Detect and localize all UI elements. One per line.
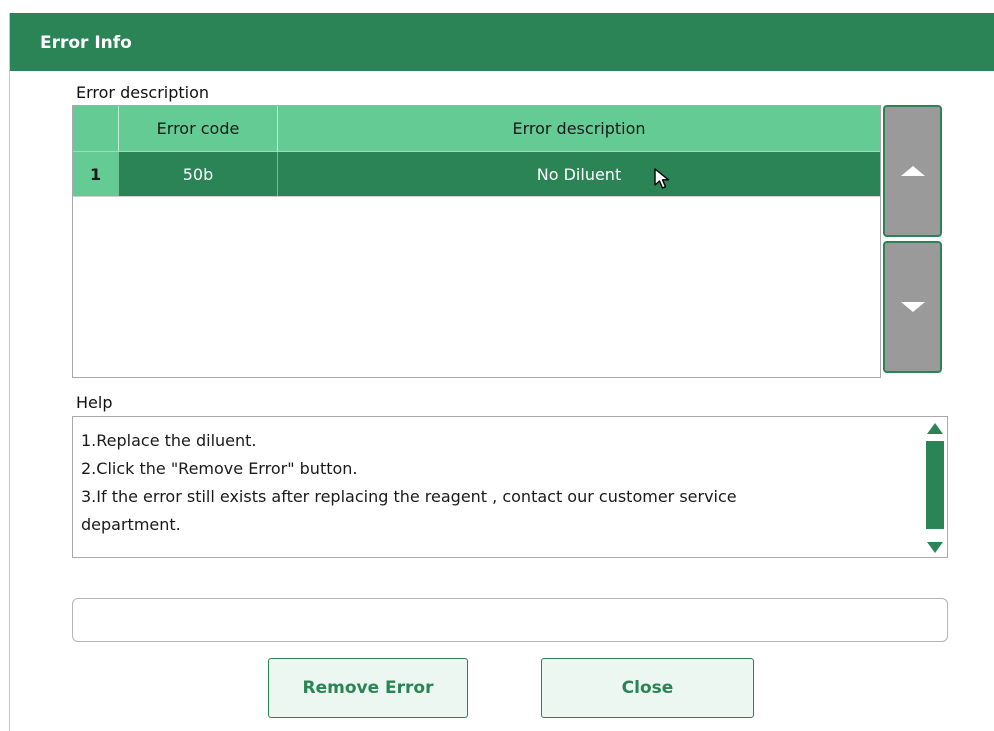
help-line: department. — [81, 515, 181, 534]
mouse-pointer-icon — [654, 168, 670, 189]
row-error-description: No Diluent — [536, 164, 622, 184]
row-index: 1 — [73, 152, 119, 196]
table-row[interactable]: 1 50b No Diluent — [73, 152, 880, 197]
dialog-title: Error Info — [10, 13, 994, 71]
scroll-up-arrow-icon[interactable] — [927, 423, 943, 434]
triangle-up-icon — [900, 166, 925, 176]
triangle-down-icon — [900, 302, 925, 312]
help-scrollbar[interactable] — [925, 419, 945, 557]
help-line: 1.Replace the diluent. — [81, 431, 257, 450]
scroll-down-button[interactable] — [883, 241, 942, 373]
column-header-error-description: Error description — [512, 119, 646, 138]
help-line: 2.Click the "Remove Error" button. — [81, 459, 358, 478]
help-text-box: 1.Replace the diluent. 2.Click the "Remo… — [72, 416, 948, 558]
row-error-code: 50b — [119, 152, 278, 196]
column-header-index — [73, 106, 119, 151]
help-line: 3.If the error still exists after replac… — [81, 487, 737, 506]
error-section-label: Error description — [76, 83, 210, 102]
help-section-label: Help — [76, 393, 113, 412]
error-info-dialog: Error Info Error description Error code … — [9, 13, 994, 731]
error-table: Error code Error description 1 50b No Di… — [72, 105, 881, 378]
remove-error-button[interactable]: Remove Error — [268, 658, 468, 718]
scrollbar-thumb[interactable] — [926, 441, 944, 529]
scroll-down-arrow-icon[interactable] — [927, 542, 943, 553]
help-text: 1.Replace the diluent. 2.Click the "Remo… — [81, 427, 921, 539]
table-header: Error code Error description — [73, 106, 880, 152]
close-button[interactable]: Close — [541, 658, 754, 718]
scroll-up-button[interactable] — [883, 105, 942, 237]
column-header-error-code: Error code — [119, 106, 278, 151]
status-message-field — [72, 598, 948, 642]
